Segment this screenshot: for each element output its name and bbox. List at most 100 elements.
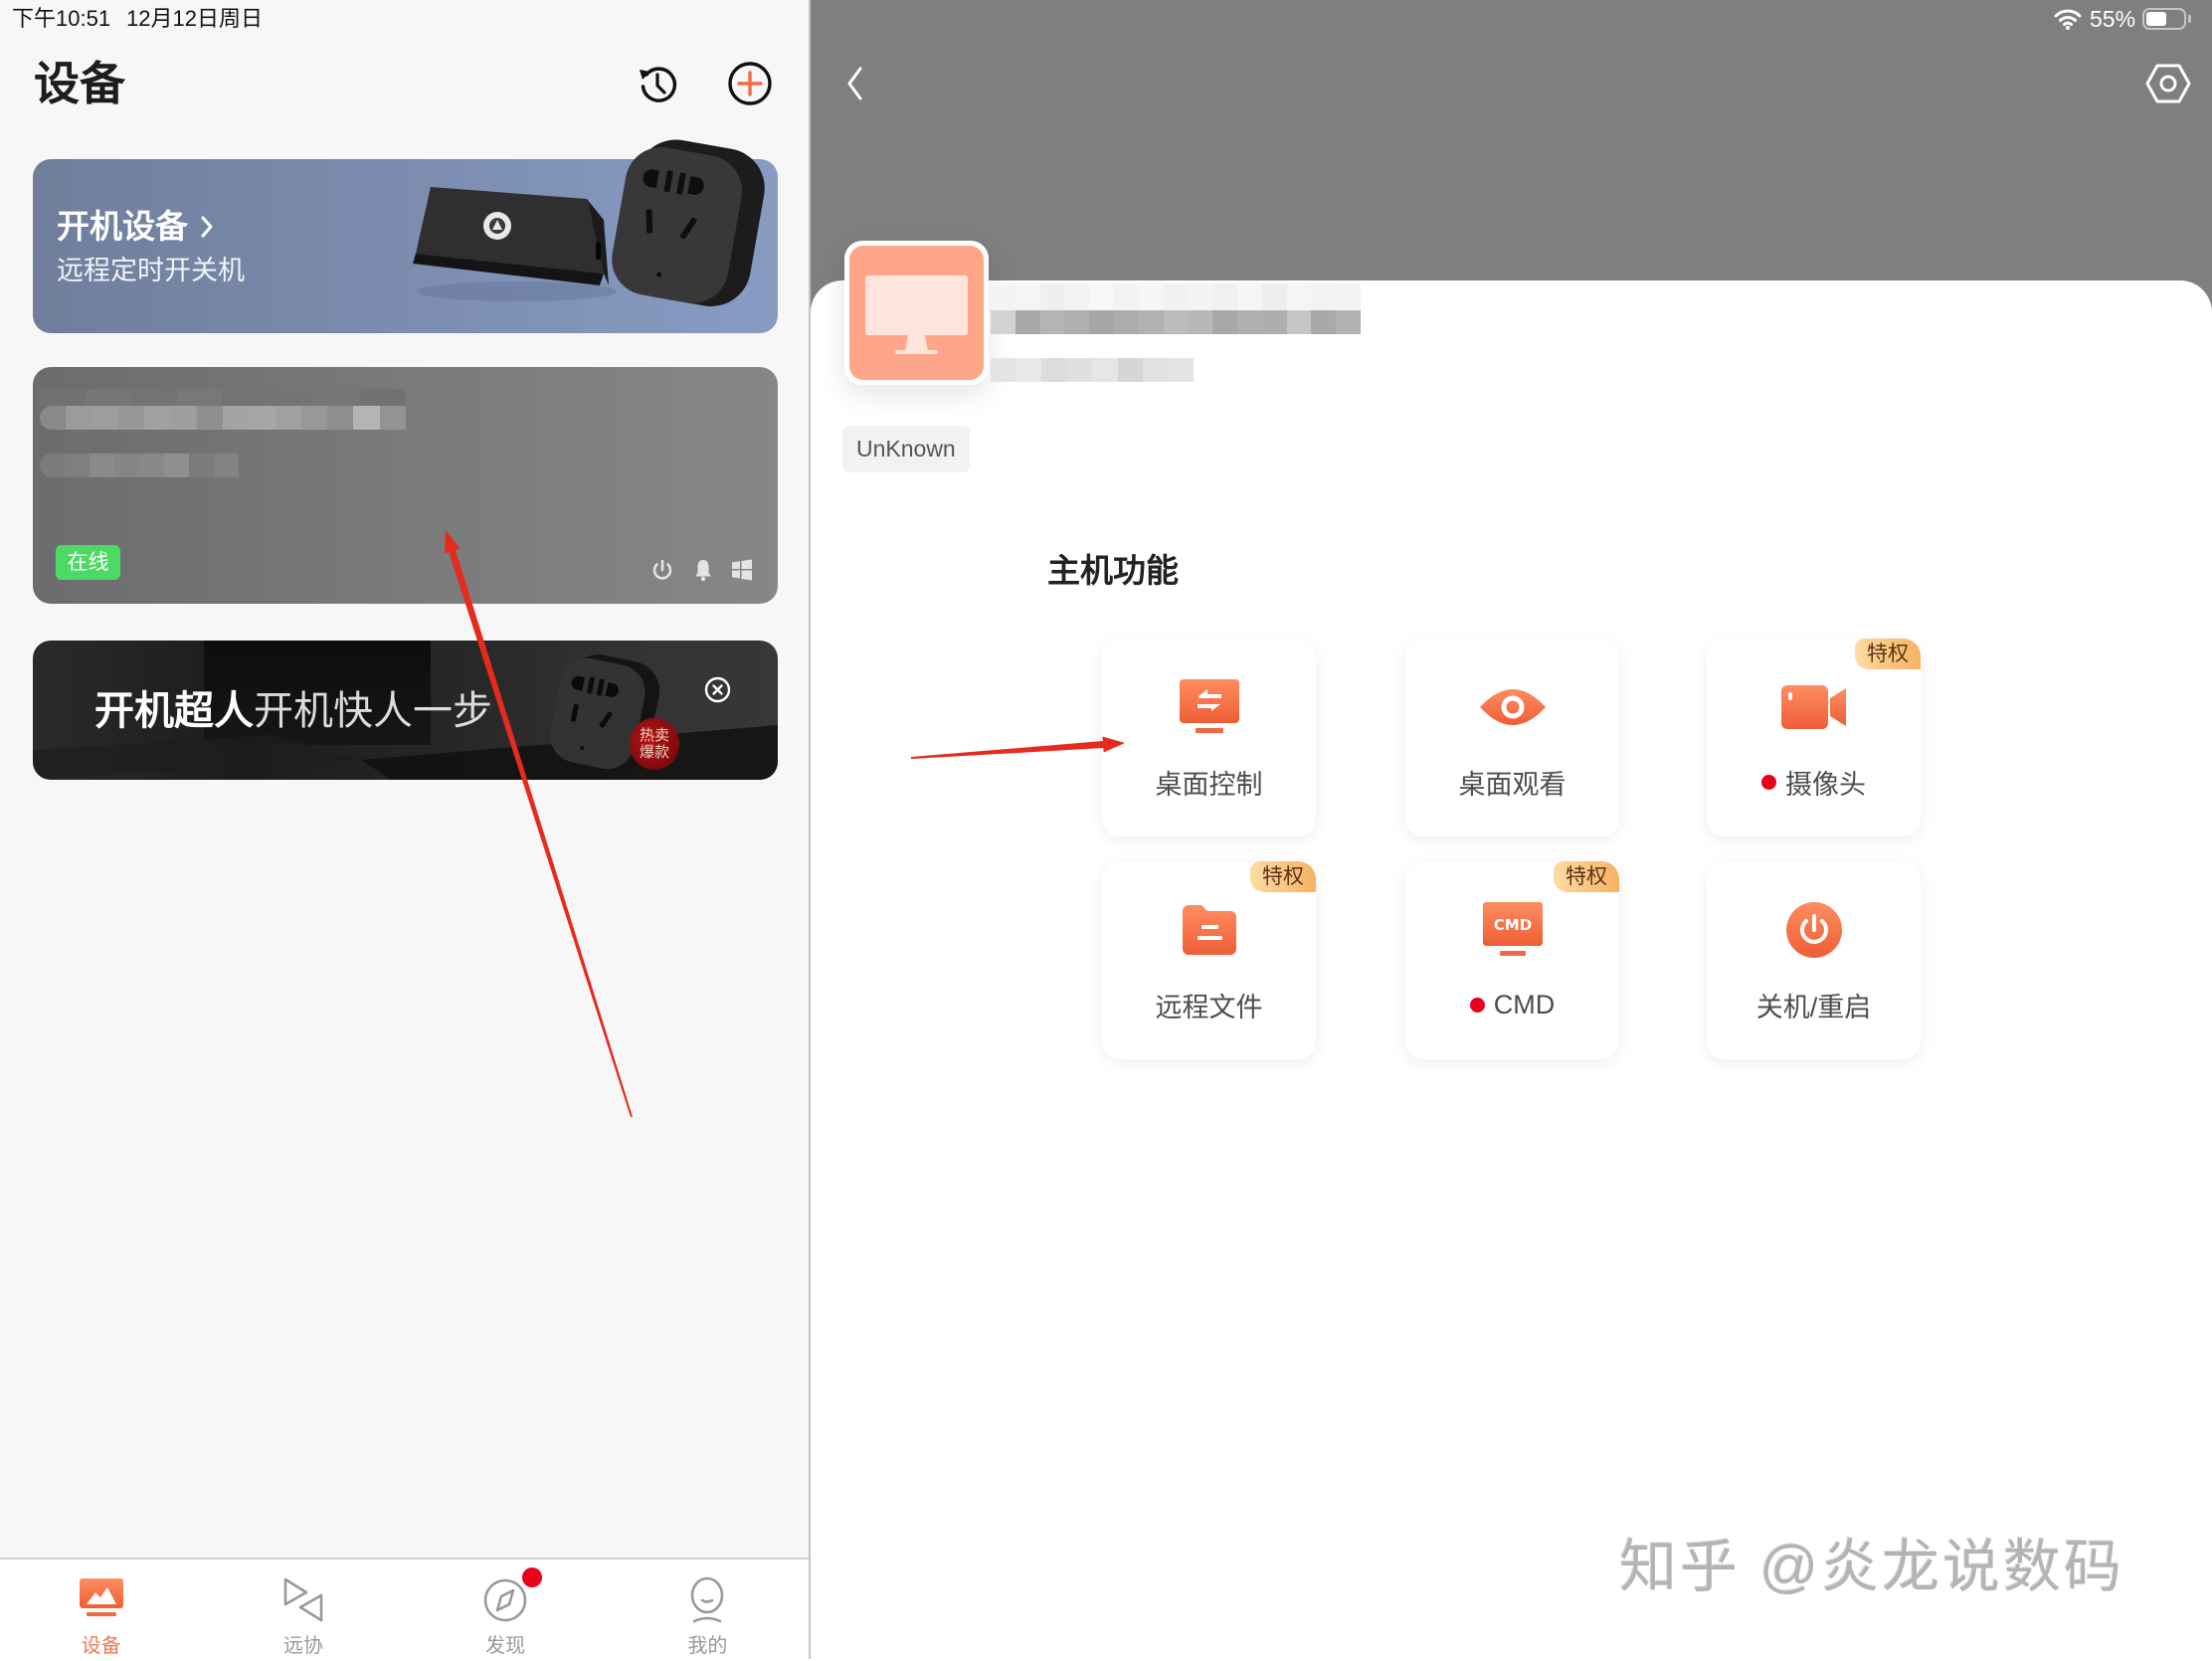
privilege-badge: 特权	[1855, 639, 1921, 669]
function-label: 桌面控制	[1102, 765, 1316, 800]
tab-devices-label: 设备	[81, 1635, 121, 1657]
redacted-device-name	[40, 389, 406, 406]
function-desktop-view[interactable]: 桌面观看 特权	[1405, 639, 1619, 836]
redacted-device-name	[991, 283, 1361, 310]
function-icon-wrap: CMD	[1405, 901, 1619, 959]
chevron-right-icon	[201, 216, 213, 238]
windows-icon[interactable]	[729, 557, 755, 583]
battery-percent: 55%	[2090, 5, 2136, 32]
battery-icon	[2142, 8, 2187, 30]
tab-profile-label: 我的	[687, 1635, 728, 1657]
function-camera[interactable]: 摄像头 特权	[1707, 639, 1921, 836]
function-icon-wrap	[1707, 678, 1921, 736]
function-label-text: 摄像头	[1785, 769, 1866, 800]
alert-dot	[1761, 774, 1776, 790]
hot-sale-badge-line2: 爆款	[639, 744, 669, 761]
function-label-text: 桌面观看	[1458, 769, 1567, 800]
status-date: 12月12日周日	[126, 6, 264, 31]
function-desktop-control[interactable]: 桌面控制 特权	[1102, 639, 1316, 836]
add-device-button[interactable]	[727, 61, 773, 106]
function-label-text: 桌面控制	[1155, 769, 1263, 800]
monitor-icon	[865, 276, 968, 354]
desktop-control-icon	[1179, 679, 1239, 733]
power-icon	[1785, 902, 1842, 958]
device-icon	[79, 1578, 123, 1616]
battery-cap	[2188, 15, 2192, 23]
online-status-badge: 在线	[56, 545, 120, 580]
device-avatar	[844, 241, 989, 385]
close-ad-icon[interactable]	[704, 676, 731, 703]
privilege-badge: 特权	[1250, 861, 1316, 892]
ad-title-light: 开机快人一步	[254, 689, 492, 733]
bottom-tab-bar: 设备 远协 发现 我的	[0, 1558, 809, 1661]
function-icon-wrap	[1102, 678, 1316, 736]
bell-icon[interactable]	[690, 557, 716, 583]
wifi-icon	[2054, 9, 2082, 30]
cmd-icon: CMD	[1482, 902, 1543, 956]
profile-icon	[691, 1576, 724, 1623]
redacted-device-name-bar	[40, 406, 406, 430]
redacted-device-ip	[40, 454, 239, 477]
eye-icon	[1479, 689, 1546, 725]
section-title: 主机功能	[1047, 552, 1179, 589]
function-label-text: 远程文件	[1155, 992, 1263, 1022]
function-icon-wrap	[1707, 901, 1921, 959]
function-cmd[interactable]: CMD CMD 特权	[1405, 861, 1619, 1059]
ad-title-bold: 开机超人	[94, 689, 254, 733]
function-label: 关机/重启	[1707, 988, 1921, 1022]
redacted-device-name-bar	[991, 310, 1361, 334]
hot-sale-badge-line1: 热卖	[639, 727, 669, 744]
redacted-device-ip	[991, 358, 1194, 382]
status-bar-right: 55%	[2054, 4, 2192, 34]
function-remote-files[interactable]: 远程文件 特权	[1102, 861, 1316, 1059]
video-camera-icon	[1780, 685, 1846, 729]
device-settings-button[interactable]	[2144, 62, 2192, 105]
remote-assist-icon	[283, 1577, 323, 1622]
back-button[interactable]	[838, 62, 870, 105]
function-label: 远程文件	[1102, 988, 1316, 1022]
history-button[interactable]	[636, 61, 681, 106]
status-time: 下午10:51	[12, 6, 111, 31]
power-icon[interactable]	[649, 557, 675, 583]
settings-hexagon-icon	[2145, 64, 2191, 103]
compass-icon	[483, 1578, 527, 1622]
banner-product-image	[413, 139, 765, 306]
function-label: 摄像头	[1707, 765, 1921, 800]
tab-discover[interactable]: 发现	[405, 1560, 607, 1661]
alert-dot	[1469, 997, 1485, 1013]
promo-ad-card[interactable]: 开机超人开机快人一步 热卖 爆款	[33, 641, 778, 780]
os-tag: UnKnown	[842, 426, 970, 472]
hot-sale-badge: 热卖 爆款	[630, 718, 679, 770]
function-icon-wrap	[1102, 901, 1316, 959]
watermark: 知乎 @炎龙说数码	[1619, 1535, 2124, 1599]
device-card[interactable]: 在线	[33, 367, 778, 604]
banner-subtitle: 远程定时开关机	[57, 256, 245, 285]
device-avatar-bg	[849, 246, 984, 380]
function-icon-wrap	[1405, 678, 1619, 736]
history-icon	[640, 67, 677, 102]
banner-title-text: 开机设备	[57, 208, 188, 245]
function-label: CMD	[1405, 988, 1619, 1021]
function-label-text: 关机/重启	[1755, 992, 1872, 1022]
function-label-text: CMD	[1493, 989, 1556, 1019]
chevron-left-icon	[847, 67, 862, 100]
privilege-badge: 特权	[1554, 861, 1619, 892]
tab-discover-label: 发现	[485, 1635, 526, 1657]
tab-profile[interactable]: 我的	[607, 1560, 809, 1661]
battery-level	[2146, 12, 2166, 26]
add-circle-icon	[728, 62, 772, 105]
device-detail-panel: 55% UnKnown 主机功能 桌面控制 桌面观看 摄像头 特权 远程文件 特…	[811, 0, 2212, 1659]
banner-title: 开机设备	[57, 205, 214, 249]
notification-dot	[521, 1568, 542, 1587]
ad-title: 开机超人开机快人一步	[94, 686, 492, 736]
tab-remote-assist[interactable]: 远协	[202, 1560, 404, 1661]
devices-panel: 下午10:51 12月12日周日 设备 开机设备 远程定时开关机 在线 开机超人…	[0, 0, 809, 1661]
folder-icon	[1182, 905, 1236, 955]
function-shutdown-restart[interactable]: 关机/重启 特权	[1707, 861, 1921, 1059]
tab-devices[interactable]: 设备	[0, 1560, 202, 1661]
page-title: 设备	[34, 58, 125, 109]
status-bar-left: 下午10:51 12月12日周日	[12, 4, 263, 34]
tab-remote-assist-label: 远协	[282, 1635, 323, 1657]
cmd-icon-text: CMD	[1493, 916, 1531, 934]
function-label: 桌面观看	[1405, 765, 1619, 800]
